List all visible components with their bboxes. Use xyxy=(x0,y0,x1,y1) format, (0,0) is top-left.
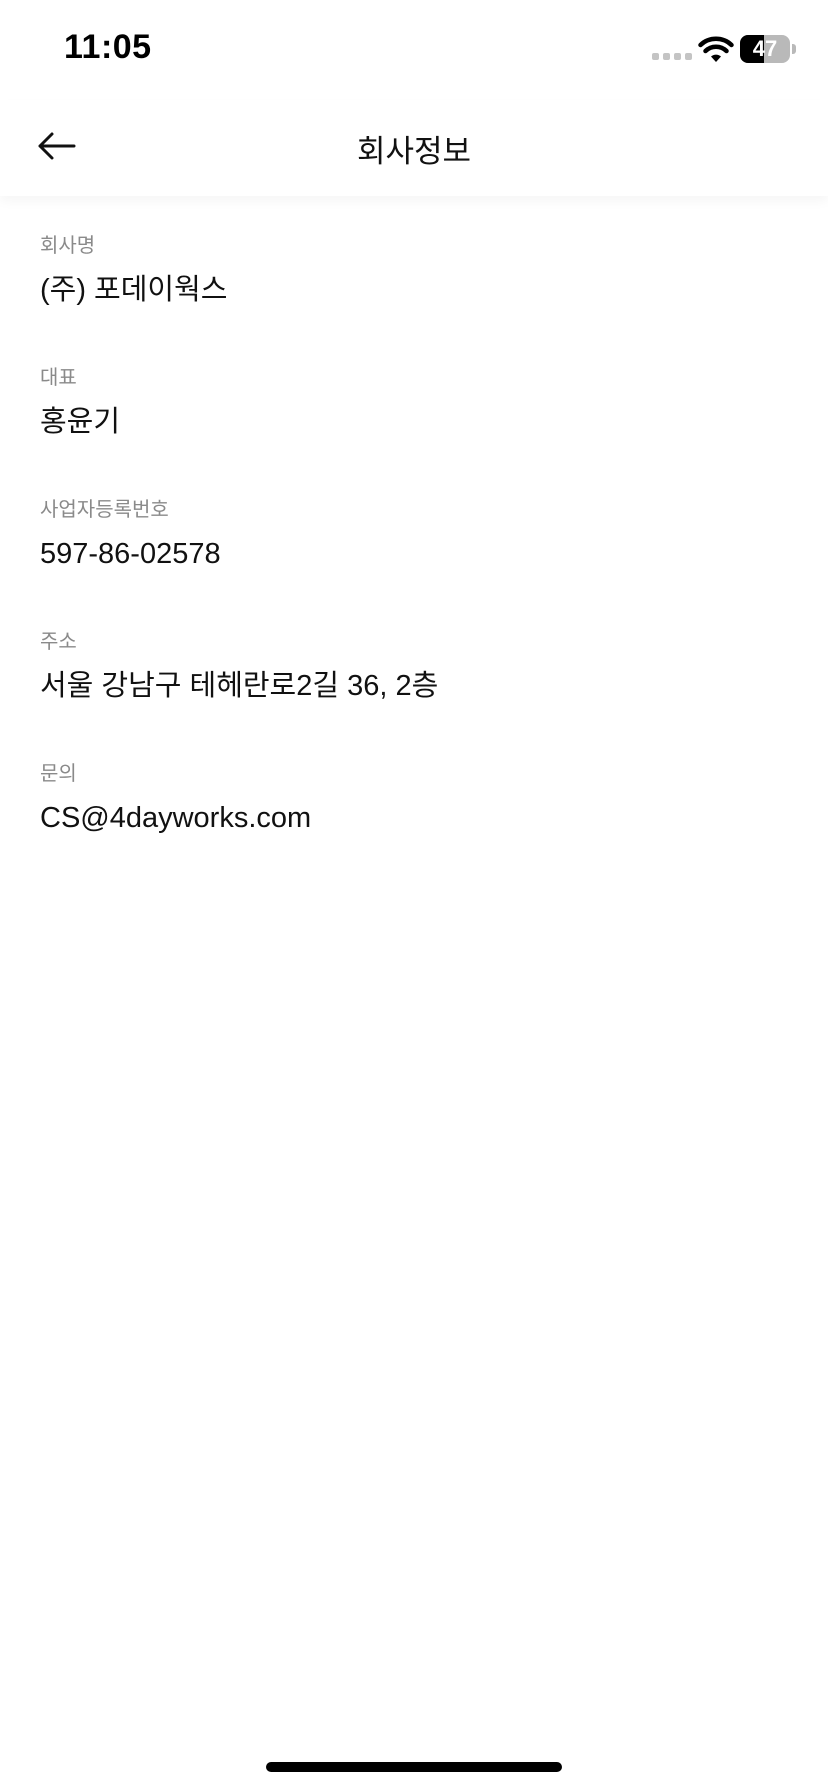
info-label: 회사명 xyxy=(40,235,96,257)
company-info-list: 회사명 (주) 포데이웍스 대표 홍윤기 사업자등록번호 597-86-0257… xyxy=(40,228,788,888)
info-item-business-registration-number: 사업자등록번호 597-86-02578 xyxy=(40,492,788,624)
status-bar: 11:05 47 xyxy=(0,0,828,100)
info-item-contact: 문의 CS@4dayworks.com xyxy=(40,756,788,888)
info-label: 문의 xyxy=(40,763,77,785)
info-value: 597-86-02578 xyxy=(40,538,221,570)
navigation-bar: 회사정보 xyxy=(0,100,828,196)
battery-icon: 47 xyxy=(740,35,790,63)
info-label: 주소 xyxy=(40,631,77,653)
info-item-company-name: 회사명 (주) 포데이웍스 xyxy=(40,228,788,360)
info-label: 사업자등록번호 xyxy=(40,499,169,521)
wifi-icon xyxy=(698,36,734,62)
battery-percentage: 47 xyxy=(752,36,778,61)
info-item-ceo: 대표 홍윤기 xyxy=(40,360,788,492)
battery-cap xyxy=(792,44,796,54)
info-label: 대표 xyxy=(40,367,77,389)
status-time: 11:05 xyxy=(64,28,152,66)
info-value: CS@4dayworks.com xyxy=(40,802,312,834)
info-value: 서울 강남구 테헤란로2길 36, 2층 xyxy=(40,670,439,702)
cellular-signal-icon xyxy=(652,53,692,60)
info-item-address: 주소 서울 강남구 테헤란로2길 36, 2층 xyxy=(40,624,788,756)
info-value: 홍윤기 xyxy=(40,406,121,438)
page-title: 회사정보 xyxy=(356,134,472,169)
home-indicator xyxy=(266,1762,562,1772)
info-value: (주) 포데이웍스 xyxy=(40,274,228,306)
